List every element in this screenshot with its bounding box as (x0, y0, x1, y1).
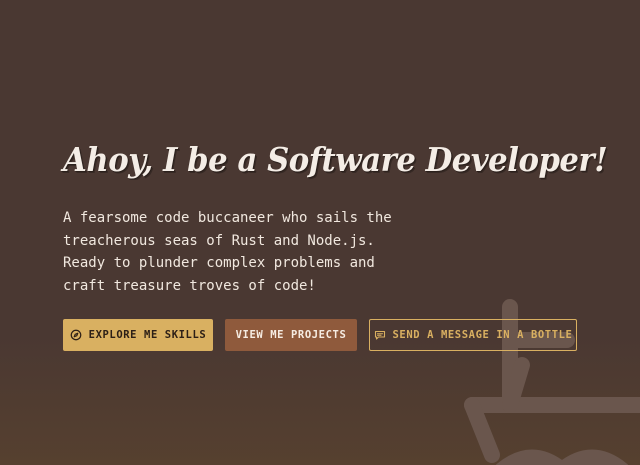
hero-section: Ahoy, I be a Software Developer! A fears… (0, 0, 640, 465)
hero-description-line: A fearsome code buccaneer who sails the (63, 210, 392, 226)
hero-description: A fearsome code buccaneer who sails the … (63, 207, 423, 297)
explore-skills-label: EXPLORE ME SKILLS (88, 329, 207, 341)
send-message-label: SEND A MESSAGE IN A BOTTLE (392, 329, 573, 341)
hero-title: Ahoy, I be a Software Developer! (63, 140, 608, 179)
message-icon (374, 329, 386, 341)
hero-description-line: Ready to plunder complex problems and (63, 255, 375, 271)
view-projects-label: VIEW ME PROJECTS (235, 329, 347, 341)
hero-description-line: treacherous seas of Rust and Node.js. (63, 232, 375, 249)
compass-icon (70, 329, 82, 341)
hero-description-line: craft treasure troves of code! (63, 277, 316, 294)
send-message-button[interactable]: SEND A MESSAGE IN A BOTTLE (369, 319, 577, 351)
explore-skills-button[interactable]: EXPLORE ME SKILLS (63, 319, 213, 351)
view-projects-button[interactable]: VIEW ME PROJECTS (225, 319, 357, 351)
